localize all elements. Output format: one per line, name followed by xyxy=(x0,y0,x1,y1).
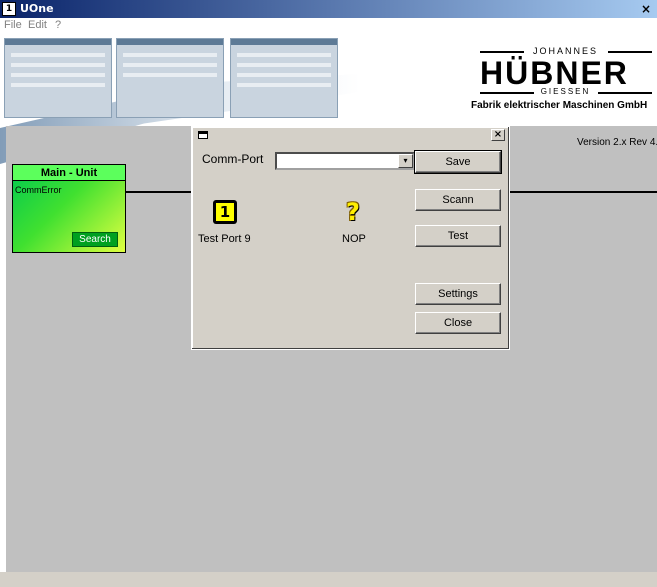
window-title: UOne xyxy=(20,2,54,15)
logo-bottom-text: GIESSEN xyxy=(540,87,591,96)
port-1-icon[interactable]: 1 xyxy=(213,200,237,224)
dialog-title-bar: × xyxy=(193,128,508,142)
comm-port-select[interactable]: ▾ xyxy=(275,152,415,170)
comm-port-label: Comm-Port xyxy=(202,152,264,166)
scann-button[interactable]: Scann xyxy=(415,189,501,211)
dialog-close-button[interactable]: × xyxy=(491,129,505,141)
test-button[interactable]: Test xyxy=(415,225,501,247)
device-label-nop: NOP xyxy=(342,233,366,245)
screenshot-thumbnail xyxy=(230,38,338,118)
chevron-down-icon[interactable]: ▾ xyxy=(398,154,413,168)
close-button[interactable]: Close xyxy=(415,312,501,334)
company-subtitle: Fabrik elektrischer Maschinen GmbH xyxy=(471,100,648,111)
question-icon[interactable]: ? xyxy=(342,200,364,224)
search-button[interactable]: Search xyxy=(72,232,118,247)
settings-button[interactable]: Settings xyxy=(415,283,501,305)
window-close-button[interactable]: × xyxy=(639,2,653,16)
window-icon xyxy=(198,131,208,139)
title-bar: 1 UOne × xyxy=(0,0,657,18)
version-label: Version 2.x Rev 4.0 xyxy=(577,137,657,148)
status-bar xyxy=(0,572,657,587)
menu-file[interactable]: File xyxy=(4,19,22,31)
menu-edit[interactable]: Edit xyxy=(28,19,47,31)
bus-line xyxy=(510,191,657,193)
comm-port-dialog: × Comm-Port ▾ Save Scann Test Settings C… xyxy=(191,126,510,350)
screenshot-thumbnail xyxy=(4,38,112,118)
screenshot-thumbnail xyxy=(116,38,224,118)
save-button[interactable]: Save xyxy=(414,150,502,174)
bus-line xyxy=(126,191,191,193)
device-label-test-port: Test Port 9 xyxy=(198,233,251,245)
main-unit-status: CommError xyxy=(15,185,62,195)
menu-help[interactable]: ? xyxy=(55,19,61,31)
menu-bar: File Edit ? xyxy=(0,18,657,34)
main-unit-panel[interactable]: Main - Unit CommError Search xyxy=(12,164,126,253)
main-unit-title: Main - Unit xyxy=(13,165,125,181)
app-icon: 1 xyxy=(2,2,16,16)
